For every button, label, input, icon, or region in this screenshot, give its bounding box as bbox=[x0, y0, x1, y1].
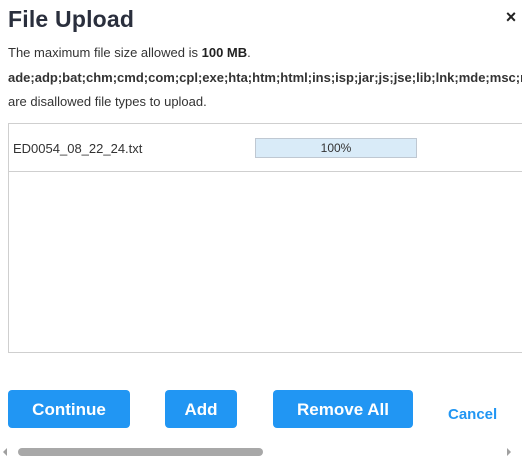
remove-all-button[interactable]: Remove All bbox=[273, 390, 413, 428]
scrollbar-thumb[interactable] bbox=[18, 448, 263, 456]
close-icon[interactable]: × bbox=[503, 8, 519, 26]
max-size-prefix: The maximum file size allowed is bbox=[8, 45, 202, 60]
continue-button[interactable]: Continue bbox=[8, 390, 130, 428]
file-name: ED0054_08_22_24.txt bbox=[13, 141, 143, 156]
cancel-button[interactable]: Cancel bbox=[448, 406, 497, 423]
dialog-title: File Upload bbox=[8, 6, 135, 32]
max-size-info: The maximum file size allowed is 100 MB. bbox=[8, 45, 251, 60]
add-button[interactable]: Add bbox=[165, 390, 237, 428]
progress-label: 100% bbox=[320, 141, 352, 155]
disallowed-note: are disallowed file types to upload. bbox=[8, 94, 207, 109]
upload-progress-bar: 100% bbox=[255, 138, 417, 158]
scroll-right-icon[interactable] bbox=[507, 448, 511, 456]
max-size-value: 100 MB bbox=[201, 45, 248, 60]
scroll-left-icon[interactable] bbox=[3, 448, 7, 456]
horizontal-scrollbar[interactable] bbox=[0, 445, 522, 459]
max-size-suffix: . bbox=[247, 45, 251, 60]
disallowed-file-types: ade;adp;bat;chm;cmd;com;cpl;exe;hta;htm;… bbox=[8, 70, 522, 85]
file-row: ED0054_08_22_24.txt 100% bbox=[9, 124, 522, 172]
file-upload-dialog: File Upload × The maximum file size allo… bbox=[0, 0, 522, 462]
file-list: ED0054_08_22_24.txt 100% bbox=[8, 123, 522, 353]
